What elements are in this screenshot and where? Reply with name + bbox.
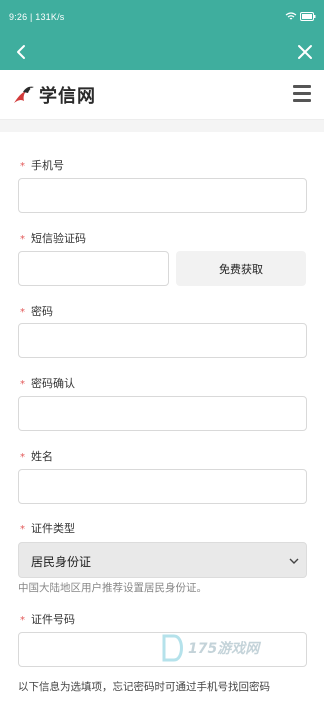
brand-name: 学信网: [39, 86, 96, 107]
hamburger-icon-bar: [293, 99, 311, 102]
get-code-button[interactable]: 免费获取: [176, 251, 306, 286]
id-type-hint: 中国大陆地区用户推荐设置居民身份证。: [18, 582, 207, 594]
confirm-password-input[interactable]: [19, 397, 306, 430]
name-field[interactable]: [18, 469, 307, 504]
watermark: 175游戏网: [160, 630, 280, 670]
back-button[interactable]: [10, 41, 32, 63]
hamburger-icon: [293, 85, 311, 88]
id-number-label-text: 证件号码: [31, 613, 75, 626]
password-input[interactable]: [19, 324, 306, 357]
wifi-icon: [285, 12, 297, 20]
name-label-text: 姓名: [31, 450, 53, 463]
close-icon: [298, 45, 312, 59]
phone-input[interactable]: [19, 179, 306, 212]
required-mark: *: [20, 234, 25, 245]
phone-label: * 手机号: [20, 157, 64, 173]
confirm-label: * 密码确认: [20, 375, 75, 391]
nav-bar: [0, 34, 324, 70]
sms-code-field[interactable]: [18, 251, 169, 286]
optional-info-note: 以下信息为选填项，忘记密码时可通过手机号找回密码: [18, 681, 270, 693]
confirm-label-text: 密码确认: [31, 377, 75, 390]
brand-logo[interactable]: 学信网: [12, 82, 96, 108]
sms-label-text: 短信验证码: [31, 232, 86, 245]
required-mark: *: [20, 452, 25, 463]
phone-field[interactable]: [18, 178, 307, 213]
battery-icon: [300, 12, 316, 21]
id-type-select[interactable]: 居民身份证: [18, 542, 307, 578]
id-type-label: * 证件类型: [20, 520, 75, 536]
name-label: * 姓名: [20, 448, 53, 464]
required-mark: *: [20, 161, 25, 172]
name-input[interactable]: [19, 470, 306, 503]
id-number-label: * 证件号码: [20, 611, 75, 627]
id-type-label-text: 证件类型: [31, 522, 75, 535]
required-mark: *: [20, 307, 25, 318]
bird-logo-icon: [14, 86, 34, 103]
watermark-text: 175游戏网: [188, 641, 260, 657]
password-label-text: 密码: [31, 305, 53, 318]
site-header: 学信网: [0, 70, 324, 120]
menu-button[interactable]: [293, 85, 311, 103]
hamburger-icon-bar: [293, 92, 311, 95]
close-button[interactable]: [294, 41, 316, 63]
status-bar: 9:26 | 131K/s: [0, 0, 324, 34]
password-label: * 密码: [20, 303, 53, 319]
required-mark: *: [20, 524, 25, 535]
chevron-down-icon: [289, 558, 299, 564]
status-icons: [285, 12, 316, 22]
sms-code-input[interactable]: [19, 252, 168, 285]
phone-label-text: 手机号: [31, 159, 64, 172]
watermark-d-icon: [162, 634, 183, 662]
required-mark: *: [20, 615, 25, 626]
password-field[interactable]: [18, 323, 307, 358]
divider-strip: [0, 120, 324, 132]
chevron-left-icon: [17, 45, 25, 59]
required-mark: *: [20, 379, 25, 390]
confirm-password-field[interactable]: [18, 396, 307, 431]
status-time: 9:26 | 131K/s: [9, 12, 65, 22]
sms-label: * 短信验证码: [20, 230, 86, 246]
id-type-value: 居民身份证: [31, 555, 92, 569]
